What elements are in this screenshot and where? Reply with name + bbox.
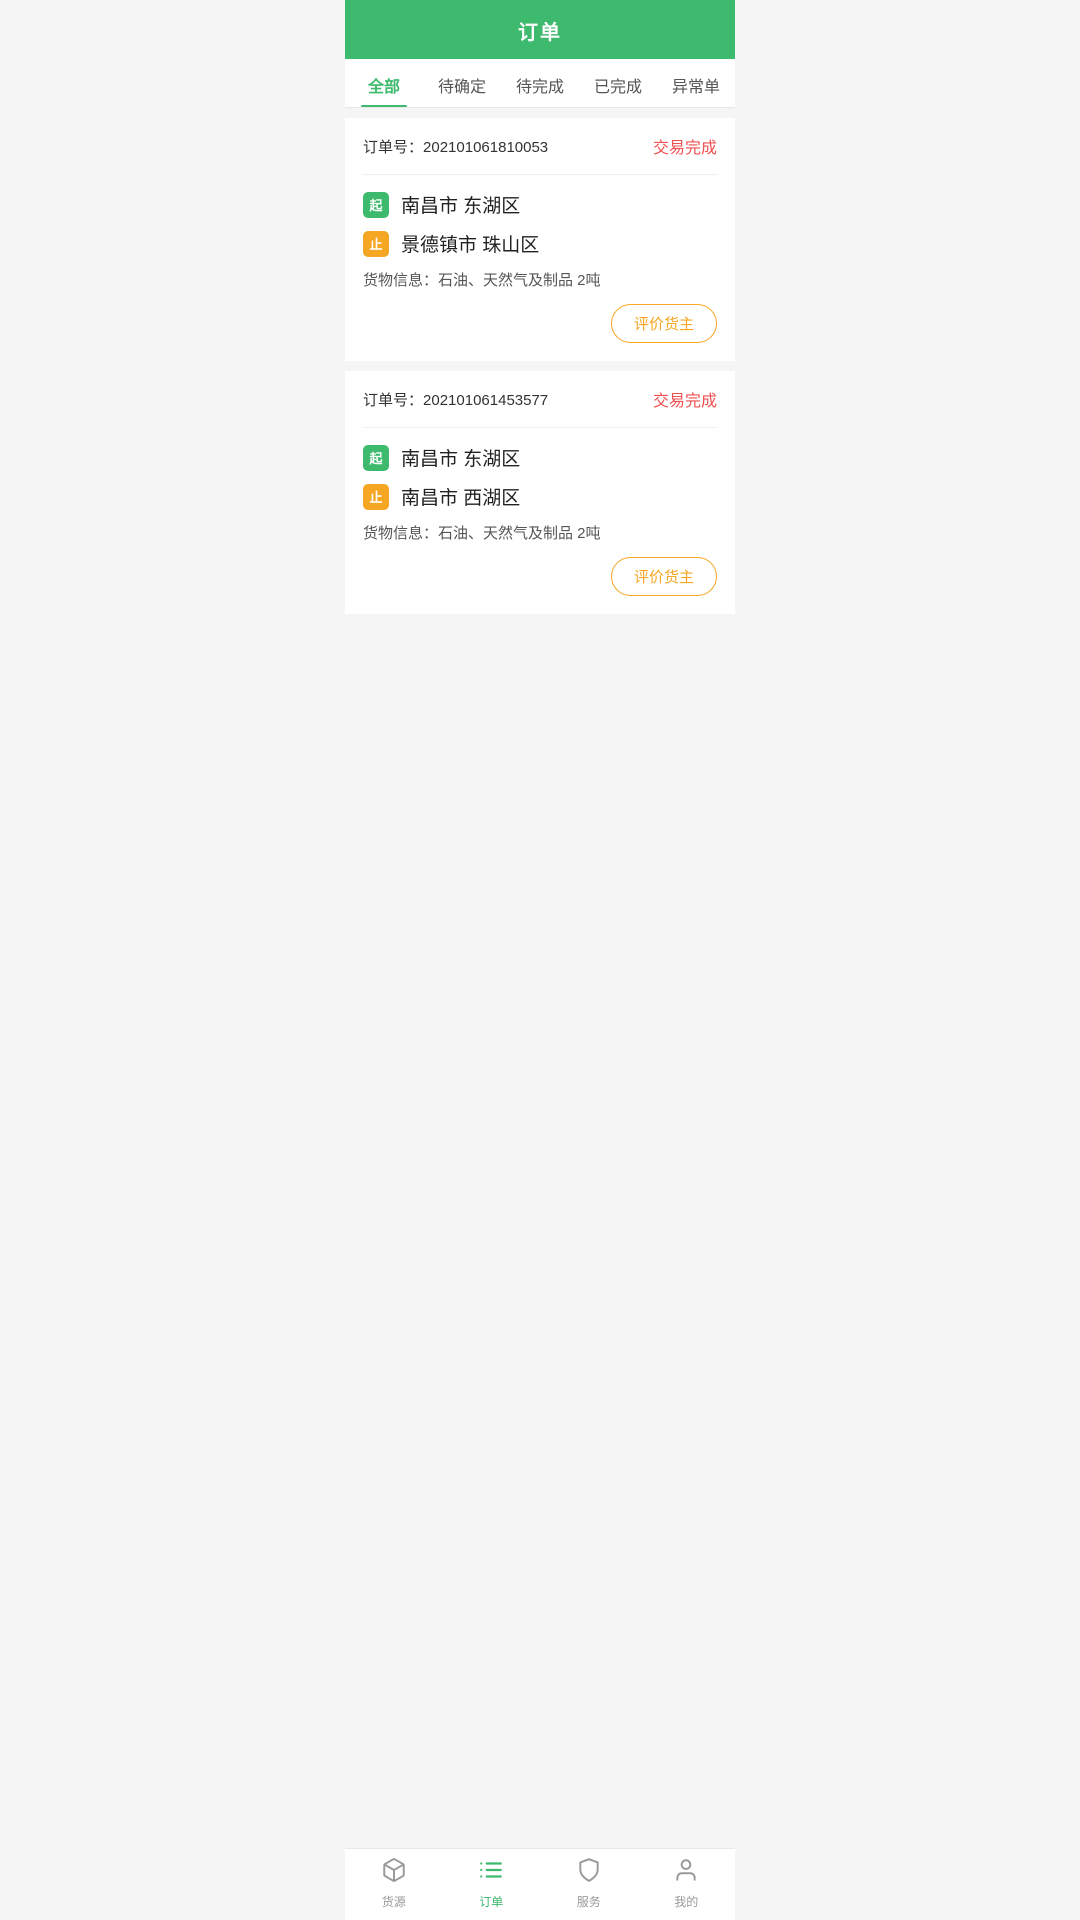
nav-service-label: 服务 xyxy=(577,1893,601,1910)
nav-order[interactable]: 订单 xyxy=(443,1857,541,1910)
nav-cargo-label: 货源 xyxy=(382,1893,406,1910)
evaluate-btn-2[interactable]: 评价货主 xyxy=(611,557,717,596)
order-card-1: 订单号：202101061810053 交易完成 起 南昌市 东湖区 止 景德镇… xyxy=(345,118,735,361)
end-location-2: 南昌市 西湖区 xyxy=(401,483,520,510)
end-route-1: 止 景德镇市 珠山区 xyxy=(363,230,717,257)
nav-mine-label: 我的 xyxy=(674,1893,698,1910)
nav-service[interactable]: 服务 xyxy=(540,1857,638,1910)
end-route-2: 止 南昌市 西湖区 xyxy=(363,483,717,510)
end-tag-1: 止 xyxy=(363,231,389,257)
tab-abnormal[interactable]: 异常单 xyxy=(657,59,735,107)
start-route-2: 起 南昌市 东湖区 xyxy=(363,444,717,471)
cargo-info-1: 货物信息：石油、天然气及制品 2吨 xyxy=(363,269,717,290)
start-location-2: 南昌市 东湖区 xyxy=(401,444,520,471)
order-status-1: 交易完成 xyxy=(653,134,717,158)
evaluate-btn-1[interactable]: 评价货主 xyxy=(611,304,717,343)
bottom-nav: 货源 订单 服务 我的 xyxy=(345,1848,735,1920)
order-number-1: 订单号：202101061810053 xyxy=(363,136,548,157)
order-status-2: 交易完成 xyxy=(653,387,717,411)
end-tag-2: 止 xyxy=(363,484,389,510)
start-route-1: 起 南昌市 东湖区 xyxy=(363,191,717,218)
cargo-info-2: 货物信息：石油、天然气及制品 2吨 xyxy=(363,522,717,543)
order-header-2: 订单号：202101061453577 交易完成 xyxy=(363,387,717,411)
nav-order-label: 订单 xyxy=(479,1893,503,1910)
divider-1 xyxy=(363,174,717,175)
start-tag-1: 起 xyxy=(363,192,389,218)
order-list: 订单号：202101061810053 交易完成 起 南昌市 东湖区 止 景德镇… xyxy=(345,108,735,634)
nav-mine[interactable]: 我的 xyxy=(638,1857,736,1910)
tab-pending-confirm[interactable]: 待确定 xyxy=(423,59,501,107)
divider-2 xyxy=(363,427,717,428)
app-header: 订单 xyxy=(345,0,735,59)
btn-row-2: 评价货主 xyxy=(363,557,717,596)
tab-completed[interactable]: 已完成 xyxy=(579,59,657,107)
order-card-2: 订单号：202101061453577 交易完成 起 南昌市 东湖区 止 南昌市… xyxy=(345,371,735,614)
end-location-1: 景德镇市 珠山区 xyxy=(401,230,539,257)
tab-all[interactable]: 全部 xyxy=(345,59,423,107)
person-icon xyxy=(673,1857,699,1890)
tab-bar: 全部 待确定 待完成 已完成 异常单 xyxy=(345,59,735,108)
start-tag-2: 起 xyxy=(363,445,389,471)
order-header-1: 订单号：202101061810053 交易完成 xyxy=(363,134,717,158)
btn-row-1: 评价货主 xyxy=(363,304,717,343)
nav-cargo[interactable]: 货源 xyxy=(345,1857,443,1910)
page-title: 订单 xyxy=(345,16,735,45)
list-icon xyxy=(478,1857,504,1890)
start-location-1: 南昌市 东湖区 xyxy=(401,191,520,218)
shield-icon xyxy=(576,1857,602,1890)
tab-pending-complete[interactable]: 待完成 xyxy=(501,59,579,107)
box-icon xyxy=(381,1857,407,1890)
order-number-2: 订单号：202101061453577 xyxy=(363,389,548,410)
